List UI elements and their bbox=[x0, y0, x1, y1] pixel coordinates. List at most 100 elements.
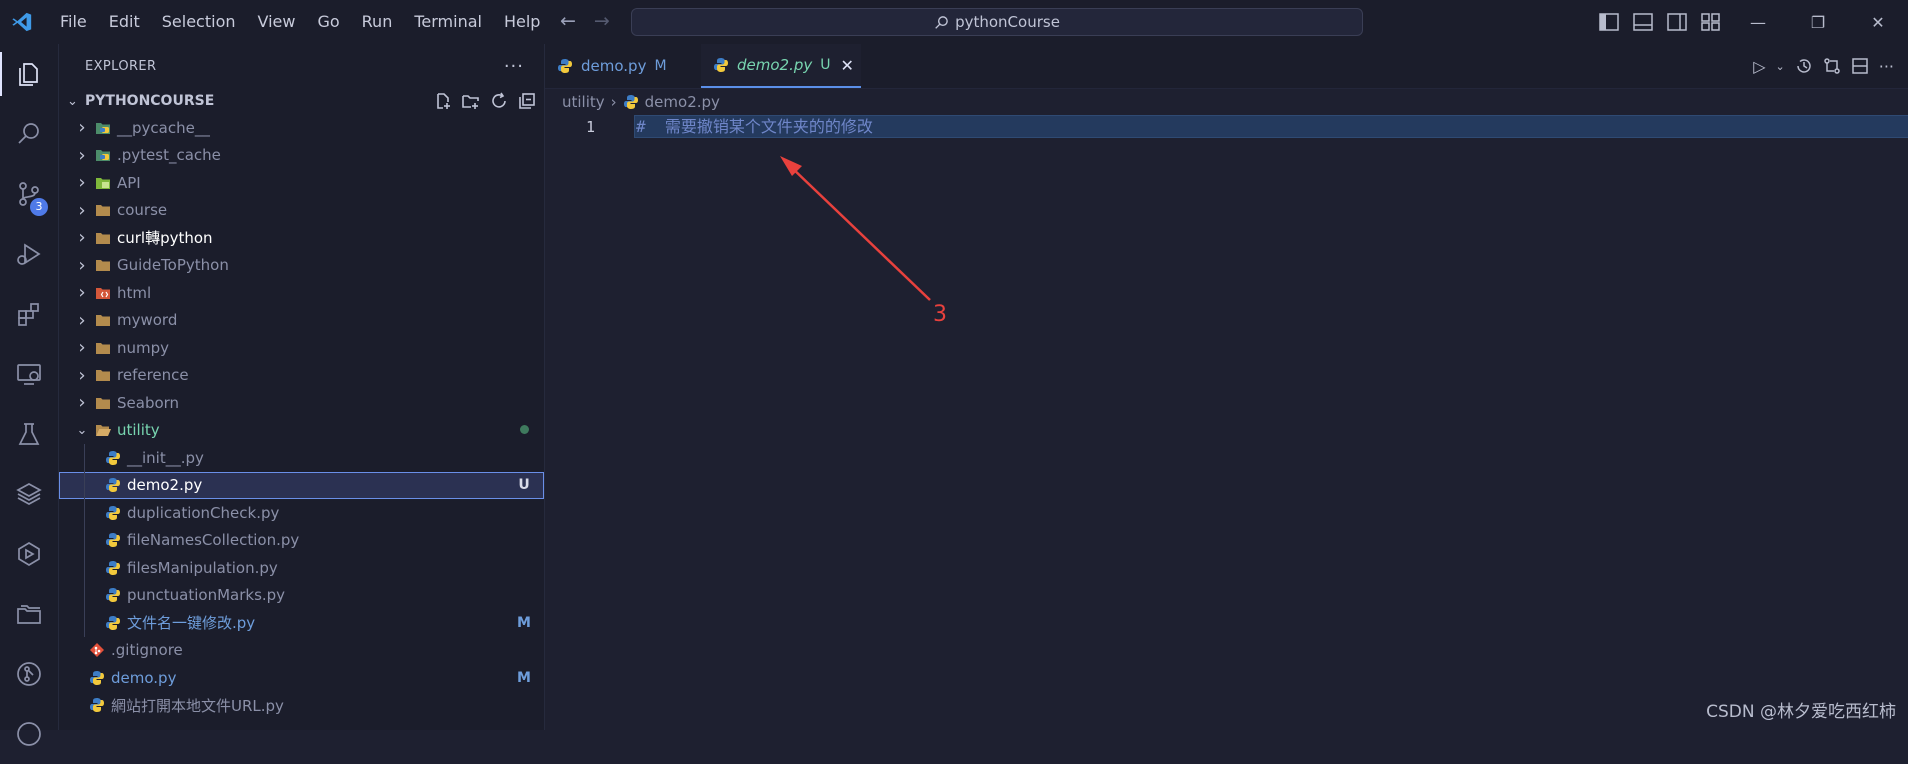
files-icon bbox=[19, 63, 38, 86]
menu-terminal[interactable]: Terminal bbox=[403, 0, 493, 44]
tree-folder-row[interactable]: › myword bbox=[59, 307, 544, 335]
more-editor-actions-icon[interactable]: ··· bbox=[1879, 57, 1894, 76]
chevron-right-icon: › bbox=[78, 254, 86, 276]
tree-file-row[interactable]: duplicationCheck.py bbox=[59, 499, 544, 527]
toggle-panel-icon[interactable] bbox=[1633, 13, 1653, 31]
tree-item-label: filesManipulation.py bbox=[127, 558, 278, 577]
toggle-primary-sidebar-icon[interactable] bbox=[1599, 13, 1619, 31]
indent-guide bbox=[84, 554, 85, 582]
menu-file[interactable]: File bbox=[50, 0, 98, 44]
tab-demo-py[interactable]: demo.py M bbox=[545, 44, 701, 88]
close-window-button[interactable]: ✕ bbox=[1848, 0, 1908, 44]
tree-item-label: reference bbox=[117, 366, 189, 385]
git-status-badge: M bbox=[517, 614, 531, 631]
python-file-icon bbox=[105, 477, 121, 493]
editor-area: demo.py Mdemo2.py U ✕ ▷ ⌄ ··· utility › demo2… bbox=[545, 44, 1908, 730]
tree-file-row[interactable]: .gitignore bbox=[59, 637, 544, 665]
restore-button[interactable]: ❐ bbox=[1788, 0, 1848, 44]
open-changes-icon[interactable] bbox=[1823, 57, 1841, 75]
tree-item-label: 文件名一键修改.py bbox=[127, 614, 256, 633]
menu-edit[interactable]: Edit bbox=[98, 0, 151, 44]
more-actions-icon[interactable]: ··· bbox=[504, 56, 524, 77]
menu-help[interactable]: Help bbox=[493, 0, 551, 44]
tree-file-row[interactable]: 網站打開本地文件URL.py bbox=[59, 692, 544, 720]
close-tab-icon[interactable]: ✕ bbox=[841, 56, 854, 75]
menu-selection[interactable]: Selection bbox=[151, 0, 247, 44]
tree-folder-row[interactable]: › Seaborn bbox=[59, 389, 544, 417]
workspace-section-header[interactable]: ⌄ PYTHONCOURSE bbox=[59, 88, 544, 114]
explorer-sidebar: EXPLORER ··· ⌄ PYTHONCOURSE › __pycache__… bbox=[59, 44, 545, 730]
toggle-secondary-sidebar-icon[interactable] bbox=[1667, 13, 1687, 31]
tab-demo2-py[interactable]: demo2.py U ✕ bbox=[701, 44, 861, 88]
file-tree: › __pycache__ › .pytest_cache › API › course › cu… bbox=[59, 114, 544, 719]
editor-tabs: demo.py Mdemo2.py U ✕ ▷ ⌄ ··· bbox=[545, 44, 1908, 89]
menu-go[interactable]: Go bbox=[306, 0, 350, 44]
tree-folder-row[interactable]: › .pytest_cache bbox=[59, 142, 544, 170]
minimize-button[interactable]: — bbox=[1728, 0, 1788, 44]
timeline-history-icon[interactable] bbox=[1795, 57, 1813, 75]
python-file-icon bbox=[557, 58, 573, 74]
tree-item-label: utility bbox=[117, 421, 160, 440]
run-debug-activity[interactable] bbox=[0, 224, 58, 284]
explorer-activity[interactable] bbox=[0, 44, 58, 104]
run-python-icon[interactable]: ▷ bbox=[1753, 57, 1765, 76]
remote-explorer-activity[interactable] bbox=[0, 344, 58, 404]
breadcrumb: utility › demo2.py bbox=[545, 89, 1908, 115]
code-editor[interactable]: 1 # 需要撤销某个文件夹的的修改 bbox=[545, 115, 1908, 139]
activity-bar: 3 bbox=[0, 44, 59, 746]
run-dropdown-icon[interactable]: ⌄ bbox=[1776, 60, 1785, 73]
forward-arrow-icon[interactable]: → bbox=[594, 10, 610, 32]
tree-folder-row[interactable]: ⌄ utility bbox=[59, 417, 544, 445]
tree-item-label: 網站打開本地文件URL.py bbox=[111, 696, 284, 715]
python-file-icon bbox=[623, 94, 639, 110]
collapse-all-icon[interactable] bbox=[518, 92, 536, 110]
git-graph-activity[interactable] bbox=[0, 644, 58, 704]
tree-folder-row[interactable]: › reference bbox=[59, 362, 544, 390]
tree-folder-row[interactable]: › __pycache__ bbox=[59, 114, 544, 142]
breadcrumb-item[interactable]: utility bbox=[562, 93, 605, 111]
code-line[interactable]: 1 # 需要撤销某个文件夹的的修改 bbox=[545, 115, 1908, 139]
deploy-activity[interactable] bbox=[0, 524, 58, 584]
new-file-icon[interactable] bbox=[434, 92, 452, 110]
source-control-activity[interactable]: 3 bbox=[0, 164, 58, 224]
tree-folder-row[interactable]: › numpy bbox=[59, 334, 544, 362]
testing-flask-icon bbox=[18, 423, 40, 445]
tree-file-row[interactable]: fileNamesCollection.py bbox=[59, 526, 544, 554]
tree-item-label: Seaborn bbox=[117, 393, 180, 412]
tree-folder-row[interactable]: › GuideToPython bbox=[59, 252, 544, 280]
accounts-activity[interactable] bbox=[0, 704, 58, 764]
command-center-search[interactable]: pythonCourse bbox=[631, 8, 1363, 36]
split-editor-icon[interactable] bbox=[1851, 57, 1869, 75]
layers-icon bbox=[16, 483, 42, 505]
menu-view[interactable]: View bbox=[247, 0, 307, 44]
tree-folder-row[interactable]: › API bbox=[59, 169, 544, 197]
menu-run[interactable]: Run bbox=[351, 0, 404, 44]
search-activity[interactable] bbox=[0, 104, 58, 164]
tree-file-row[interactable]: demo.py M bbox=[59, 664, 544, 692]
extensions-activity[interactable] bbox=[0, 284, 58, 344]
testing-activity[interactable] bbox=[0, 404, 58, 464]
back-arrow-icon[interactable]: ← bbox=[560, 10, 576, 32]
nav-arrows: ← → bbox=[560, 10, 610, 32]
tree-item-label: API bbox=[117, 173, 141, 192]
tree-file-row[interactable]: demo2.py U bbox=[59, 471, 544, 499]
tree-file-row[interactable]: punctuationMarks.py bbox=[59, 581, 544, 609]
chevron-down-icon: ⌄ bbox=[76, 422, 88, 438]
refresh-icon[interactable] bbox=[490, 92, 508, 110]
tree-folder-row[interactable]: › curl轉python bbox=[59, 224, 544, 252]
customize-layout-icon[interactable] bbox=[1701, 13, 1721, 31]
tree-file-row[interactable]: 文件名一键修改.py M bbox=[59, 609, 544, 637]
editor-actions: ▷ ⌄ ··· bbox=[1753, 44, 1908, 88]
tree-folder-row[interactable]: › html bbox=[59, 279, 544, 307]
tree-item-label: myword bbox=[117, 311, 178, 330]
tree-folder-row[interactable]: › course bbox=[59, 197, 544, 225]
breadcrumb-item[interactable]: demo2.py bbox=[645, 93, 720, 111]
layers-activity[interactable] bbox=[0, 464, 58, 524]
project-manager-activity[interactable] bbox=[0, 584, 58, 644]
chevron-right-icon: › bbox=[78, 117, 86, 139]
tab-label: demo.py bbox=[581, 57, 647, 75]
chevron-right-icon: › bbox=[78, 337, 86, 359]
tree-file-row[interactable]: __init__.py bbox=[59, 444, 544, 472]
new-folder-icon[interactable] bbox=[462, 92, 480, 110]
tree-file-row[interactable]: filesManipulation.py bbox=[59, 554, 544, 582]
